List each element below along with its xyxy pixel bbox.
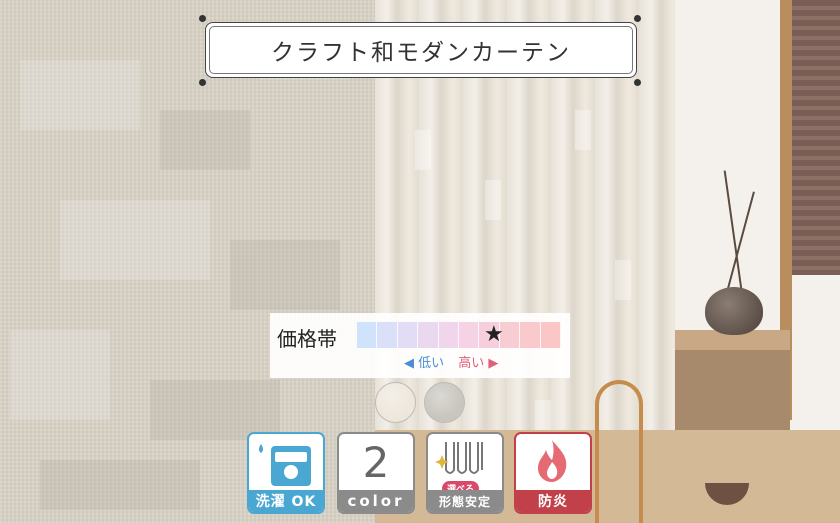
price-scale-cell [418,322,439,348]
price-scale-cell [438,322,460,348]
price-scale-bar [357,322,562,348]
fire-caption: 防炎 [516,490,590,512]
flame-retardant-badge: 防炎 [514,432,592,514]
shape-caption: 形態安定 [428,490,502,512]
pleat-icon [435,442,483,474]
washable-badge: 洗濯 OK [247,432,325,514]
price-high-label: 高い ▶ [458,356,499,371]
price-scale-cell [540,322,562,348]
price-scale-legend: ◀ 低い 高い ▶ [404,352,498,371]
price-scale-cell [357,322,378,348]
color-swatch-gray[interactable] [424,382,465,423]
wash-caption: 洗濯 OK [249,490,323,512]
price-scale-cell [397,322,419,348]
color-count-number: 2 [362,438,390,487]
price-scale-cell [520,322,541,348]
shape-stable-badge: 選べる 形態安定 [426,432,504,514]
corner-dot [634,79,641,86]
washing-machine-icon [259,444,311,486]
window-blind [790,0,840,275]
corner-dot [634,15,641,22]
color-count-badge: 2 color [337,432,415,514]
color-caption: color [339,490,413,512]
color-swatch-ivory[interactable] [375,382,416,423]
price-label: 価格帯 [277,327,337,351]
price-scale-cell [459,322,480,348]
price-low-label: ◀ 低い [404,356,445,371]
title-banner: クラフト和モダンカーテン [205,22,637,78]
corner-dot [199,79,206,86]
price-scale-cell [377,322,398,348]
price-level-star-icon: ★ [484,322,504,347]
page-title: クラフト和モダンカーテン [271,40,571,66]
corner-dot [199,15,206,22]
lantern [595,380,643,523]
flame-icon [538,440,567,482]
vase [705,287,763,335]
